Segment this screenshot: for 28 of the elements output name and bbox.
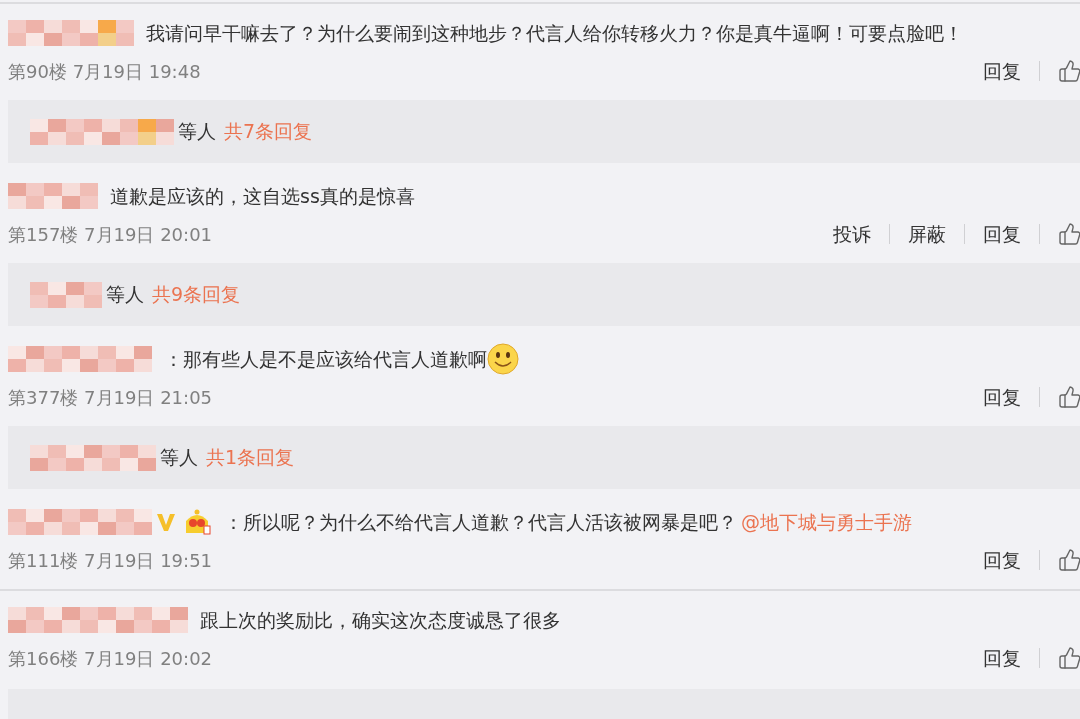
floor-and-time: 第377楼 7月19日 21:05 (8, 385, 213, 410)
reply-users-suffix: 等人 (106, 282, 144, 308)
floor-and-time: 第166楼 7月19日 20:02 (8, 646, 213, 671)
blurred-name-drawing (30, 281, 102, 308)
comment-text: ：那有些人是不是应该给代言人道歉啊 (164, 346, 487, 372)
reply-users-suffix: 等人 (160, 445, 198, 471)
like-icon[interactable] (1058, 59, 1080, 83)
comment-text: 跟上次的奖励比，确实这次态度诚恳了很多 (200, 607, 561, 633)
comment-action-link[interactable]: 回复 (983, 219, 1021, 249)
comment-action-link[interactable]: 屏蔽 (908, 219, 946, 249)
comment-text: ：所以呢？为什么不给代言人道歉？代言人活该被网暴是吧？ (224, 509, 737, 535)
like-icon[interactable] (1058, 646, 1080, 670)
like-icon[interactable] (1058, 222, 1080, 246)
comment-action-link[interactable]: 回复 (983, 382, 1021, 412)
comment-text: 我请问早干嘛去了？为什么要闹到这种地步？代言人给你转移火力？你是真牛逼啊！可要点脸吧！ (146, 20, 963, 46)
verified-badge-icon (156, 511, 176, 533)
crown-badge-icon (184, 509, 212, 535)
floor-and-time: 第90楼 7月19日 19:48 (8, 59, 201, 84)
comment-text: 道歉是应该的，这自选ss真的是惊喜 (110, 183, 415, 209)
reply-users-suffix: 等人 (178, 119, 216, 145)
comment-action-link[interactable]: 回复 (983, 56, 1021, 86)
comment-action-link[interactable]: 回复 (983, 643, 1021, 673)
floor-and-time: 第111楼 7月19日 19:51 (8, 548, 213, 573)
comment-action-link[interactable]: 回复 (983, 545, 1021, 575)
comment-action-link[interactable]: 投诉 (833, 219, 871, 249)
like-icon[interactable] (1058, 385, 1080, 409)
like-icon[interactable] (1058, 548, 1080, 572)
floor-and-time: 第157楼 7月19日 20:01 (8, 222, 213, 247)
